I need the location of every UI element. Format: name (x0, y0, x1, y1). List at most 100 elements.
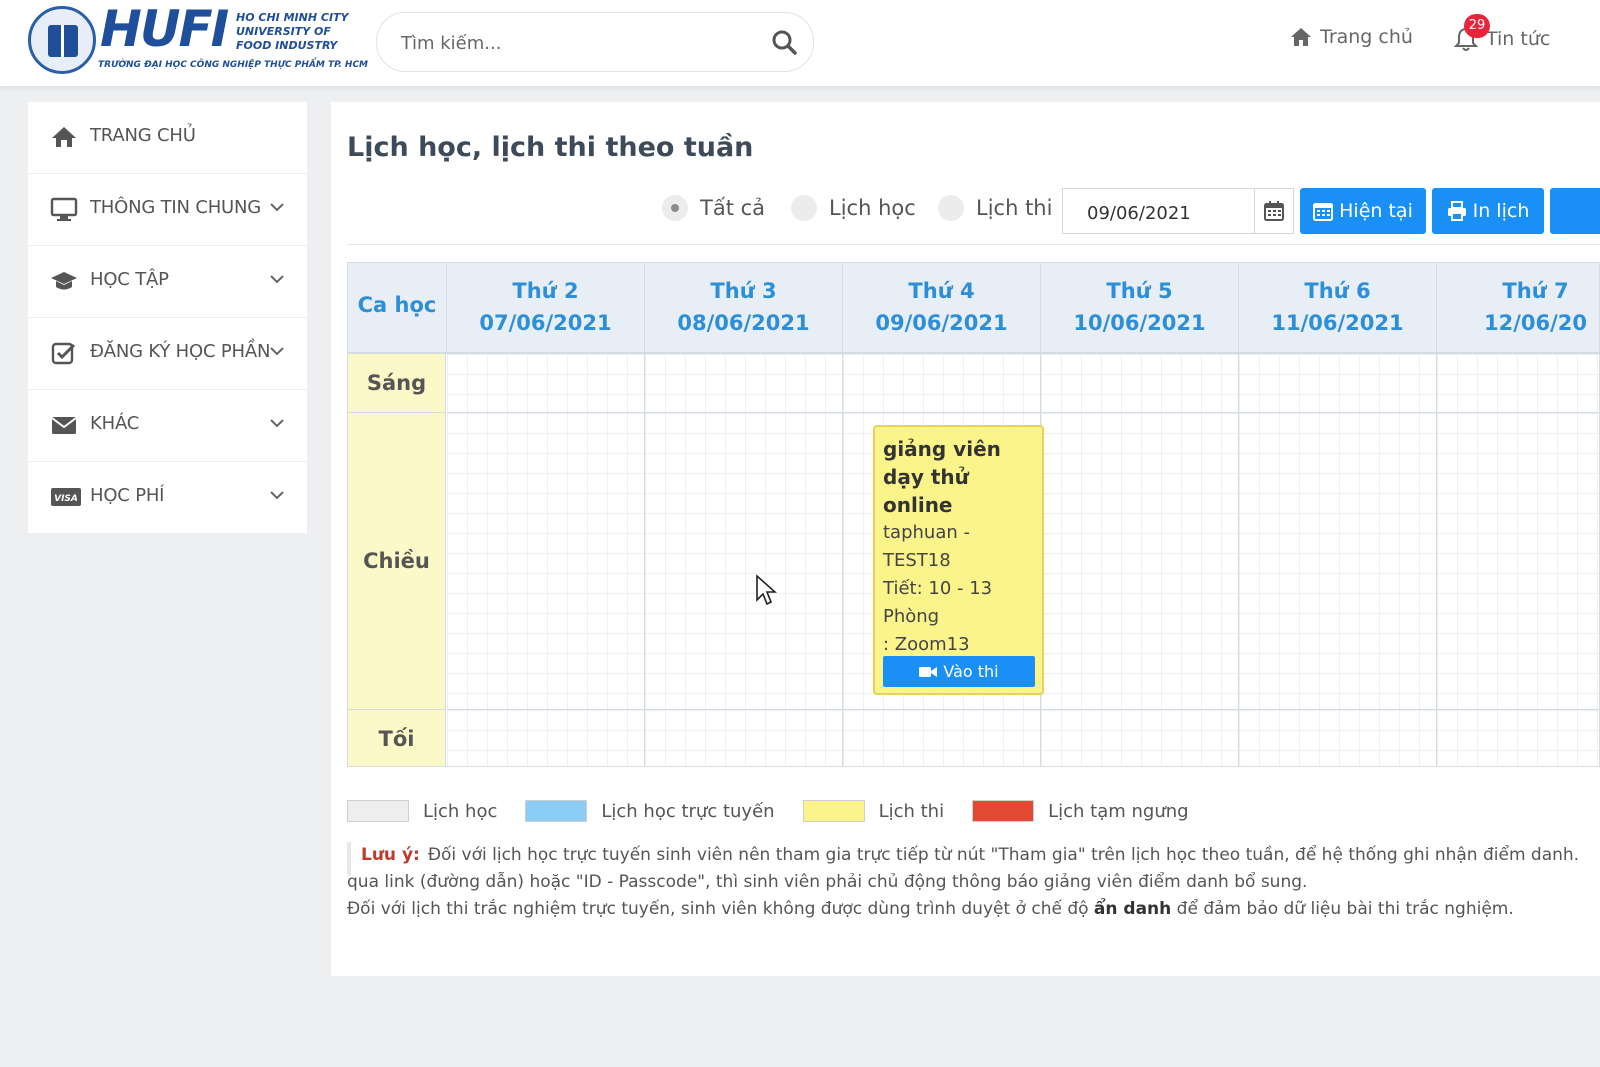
shift-header-label: Ca học (357, 293, 437, 317)
event-room: : Zoom13 (883, 634, 970, 655)
main-panel: Lịch học, lịch thi theo tuần Tất cả Lịch… (331, 102, 1600, 976)
visa-card-icon: VISA (51, 488, 81, 506)
shift-morning: Sáng (348, 354, 446, 413)
event-periods: Tiết: 10 - 13 (883, 578, 993, 599)
graduation-cap-icon (51, 272, 77, 290)
logo-subtitle-line1: HO CHI MINH CITY (236, 11, 349, 24)
notification-badge: 29 (1464, 14, 1490, 38)
calendar-cell-day5-afternoon (1041, 413, 1239, 710)
day-date: 11/06/2021 (1271, 311, 1404, 335)
sidebar-item-study[interactable]: HỌC TẬP (28, 246, 307, 318)
join-exam-button[interactable]: Vào thi (883, 656, 1035, 687)
chevron-down-icon (270, 203, 284, 212)
sidebar-item-label: THÔNG TIN CHUNG (90, 197, 262, 218)
calendar-cell-day3-morning (645, 354, 843, 413)
sidebar-item-course-registration[interactable]: ĐĂNG KÝ HỌC PHẦN (28, 318, 307, 390)
sidebar-item-general-info[interactable]: THÔNG TIN CHUNG (28, 174, 307, 246)
envelope-icon (51, 417, 77, 434)
sidebar-item-home[interactable]: TRANG CHỦ (28, 102, 307, 174)
calendar-cell-day7-afternoon (1437, 413, 1599, 710)
calendar-cell-day5-morning (1041, 354, 1239, 413)
event-code: TEST18 (883, 550, 951, 571)
more-button[interactable] (1550, 188, 1600, 234)
page-title: Lịch học, lịch thi theo tuần (347, 132, 754, 163)
day-date: 08/06/2021 (677, 311, 810, 335)
calendar-cell-day2-morning (447, 354, 645, 413)
date-input[interactable] (1085, 199, 1249, 227)
calendar-cell-day2-evening (447, 710, 645, 766)
bell-icon[interactable]: 29 (1453, 14, 1490, 52)
day-date: 12/06/20 (1483, 311, 1587, 335)
svg-text:VISA: VISA (54, 494, 78, 504)
legend-label: Lịch thi (878, 800, 945, 822)
nav-home-link[interactable]: Trang chủ (1290, 26, 1413, 48)
radio-button[interactable] (791, 195, 817, 221)
notice-block: Lưu ý: Đối với lịch học trực tuyến sinh v… (347, 842, 1597, 923)
day-name: Thứ 5 (1106, 279, 1173, 303)
chevron-down-icon (270, 491, 284, 500)
divider (347, 244, 1600, 245)
event-class: taphuan - (883, 522, 970, 543)
notice-title: Lưu ý: (361, 845, 420, 865)
calendar-cell-day6-afternoon (1239, 413, 1437, 710)
join-exam-label: Vào thi (943, 662, 999, 681)
legend-label: Lịch tạm ngưng (1048, 800, 1189, 822)
current-week-button[interactable]: Hiện tại (1300, 188, 1426, 234)
logo-name: HUFI (100, 0, 229, 58)
print-schedule-button[interactable]: In lịch (1432, 188, 1544, 234)
weekly-calendar: Ca học Thứ 2 07/06/2021 Thứ 3 08/06/2021… (347, 262, 1600, 767)
radio-button[interactable] (662, 195, 688, 221)
sidebar-item-label: TRANG CHỦ (90, 125, 196, 146)
sidebar-item-other[interactable]: KHÁC (28, 390, 307, 462)
calendar-icon (1264, 201, 1284, 221)
filter-class-schedule-radio[interactable]: Lịch học (791, 195, 916, 221)
calendar-button[interactable] (1254, 189, 1293, 233)
current-week-label: Hiện tại (1339, 200, 1413, 222)
shift-column-header: Ca học (348, 263, 447, 354)
legend-label: Lịch học trực tuyến (601, 800, 775, 822)
sidebar-item-label: HỌC TẬP (90, 269, 169, 290)
notice-bar (347, 842, 351, 876)
print-schedule-label: In lịch (1472, 200, 1530, 222)
exam-event-card[interactable]: giảng viên dạy thử online taphuan - TEST… (873, 425, 1044, 695)
calendar-cell-day4-evening (843, 710, 1041, 766)
filter-all-radio[interactable]: Tất cả (662, 195, 765, 221)
search-icon[interactable] (771, 29, 797, 55)
calendar-cell-day2-afternoon (447, 413, 645, 710)
radio-button[interactable] (938, 195, 964, 221)
legend-swatch-online (525, 800, 588, 822)
logo-subtitle-line3: FOOD INDUSTRY (236, 39, 338, 52)
sidebar-item-tuition[interactable]: VISA HỌC PHÍ (28, 462, 307, 533)
filter-exam-schedule-radio[interactable]: Lịch thi (938, 195, 1052, 221)
day-name: Thứ 7 (1502, 279, 1569, 303)
shift-afternoon: Chiều (348, 413, 446, 710)
monitor-icon (50, 197, 78, 221)
day-header-wed: Thứ 4 09/06/2021 (843, 263, 1041, 354)
notice-bold: ẩn danh (1093, 899, 1172, 919)
day-name: Thứ 3 (710, 279, 777, 303)
notice-line-3: Đối với lịch thi trắc nghiệm trực tuyến,… (347, 899, 1094, 919)
notice-line-2: qua link (đường dẫn) hoặc "ID - Passcode… (347, 872, 1308, 892)
day-name: Thứ 2 (512, 279, 579, 303)
home-icon (52, 127, 76, 147)
day-header-thu: Thứ 5 10/06/2021 (1041, 263, 1239, 354)
legend-label: Lịch học (423, 800, 498, 822)
search-input[interactable] (399, 25, 763, 61)
mouse-pointer-icon (756, 574, 777, 606)
university-logo[interactable]: HUFI HO CHI MINH CITY UNIVERSITY OF FOOD… (28, 0, 368, 76)
calendar-cell-day3-afternoon (645, 413, 843, 710)
sidebar-item-label: KHÁC (90, 413, 140, 434)
nav-home-label: Trang chủ (1320, 26, 1413, 48)
shift-evening: Tối (348, 710, 446, 766)
legend-swatch-exam (802, 800, 865, 822)
day-date: 09/06/2021 (875, 311, 1008, 335)
sidebar-item-label: ĐĂNG KÝ HỌC PHẦN (90, 341, 271, 362)
chevron-down-icon (270, 275, 284, 284)
search-box (376, 12, 814, 72)
legend-swatch-suspended (972, 800, 1035, 822)
nav-news-link[interactable]: 29 Tin tức (1453, 14, 1550, 52)
day-date: 10/06/2021 (1073, 311, 1206, 335)
legend: Lịch học Lịch học trực tuyến Lịch thi Lị… (347, 800, 1217, 822)
calendar-cell-day5-evening (1041, 710, 1239, 766)
calendar-cell-day4-morning (843, 354, 1041, 413)
